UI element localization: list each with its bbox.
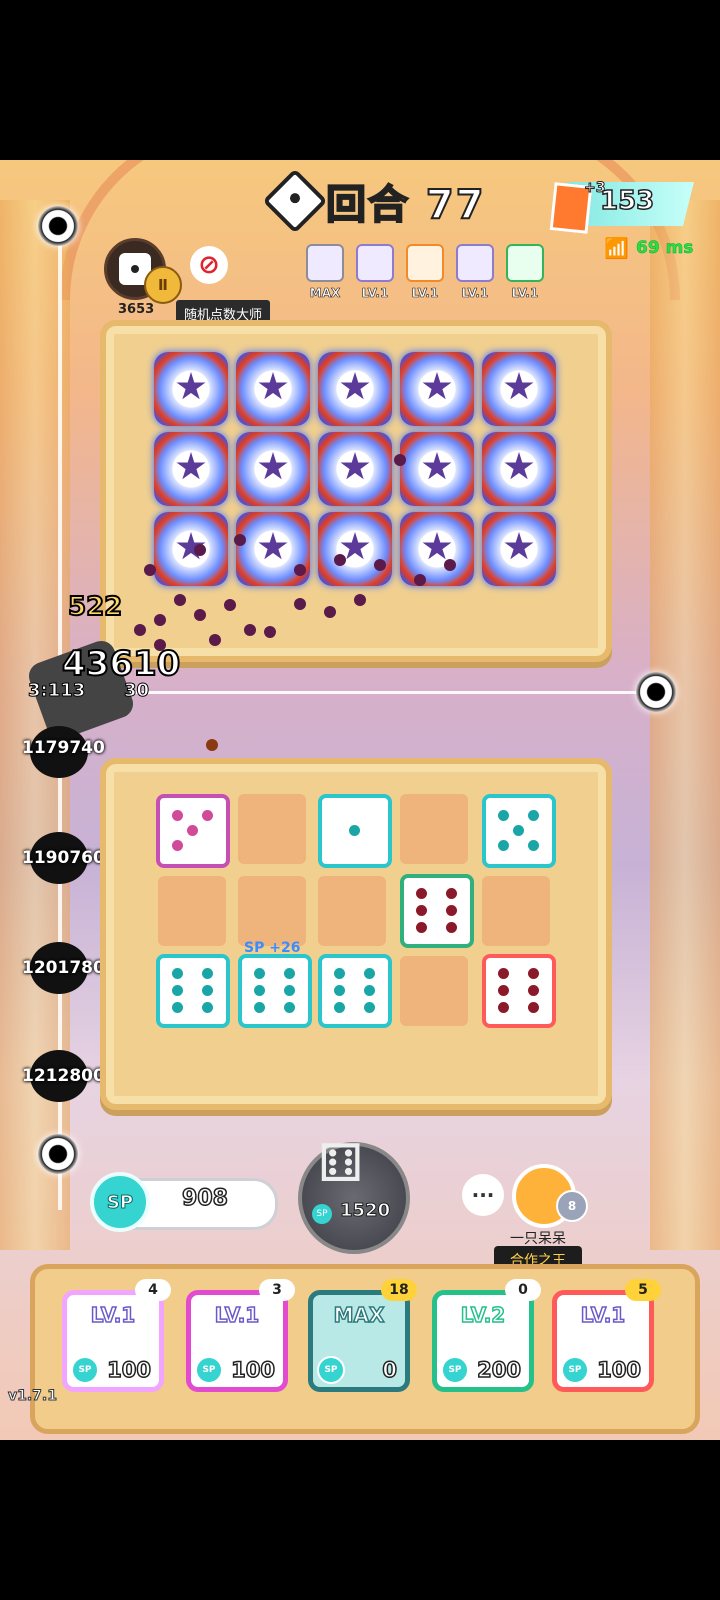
deck-card[interactable]: LV.1 4 SP 100 <box>62 1279 171 1392</box>
boss-hp-suffix: 30 <box>123 680 150 702</box>
enemy-hp: 1179740 <box>22 738 105 758</box>
empty-slot[interactable] <box>238 876 306 946</box>
enemy-hp: 1212800 <box>22 1066 105 1086</box>
enemy-hp: 1190760 <box>22 848 105 868</box>
hit-damage: 43610 <box>61 643 181 685</box>
empty-slot[interactable] <box>482 876 550 946</box>
game-screen: 回合 77 +3 153 📶 69 ms Ⅱ 3653 ⊘ 随机点数大师 MAX… <box>0 160 720 1440</box>
die-cell[interactable] <box>400 874 474 948</box>
empty-slot[interactable] <box>238 794 306 864</box>
status-bar <box>160 0 520 8</box>
partner-rank: 8 <box>556 1190 588 1222</box>
die-cell[interactable] <box>482 954 556 1028</box>
sp-popup: SP +26 <box>244 940 301 956</box>
boss-hp: 3:113 <box>27 680 86 702</box>
player-board <box>100 758 612 1110</box>
sp-icon: SP <box>90 1172 150 1232</box>
summon-cost: 1520 <box>339 1200 391 1222</box>
version-label: v1.7.1 <box>8 1388 58 1405</box>
deck-card[interactable]: LV.1 5 SP 100 <box>552 1279 661 1392</box>
empty-slot[interactable] <box>158 876 226 946</box>
sp-coin-icon: SP <box>312 1204 332 1224</box>
die-cell[interactable] <box>156 954 230 1028</box>
combo-damage: 522 <box>67 591 123 623</box>
dice-pair-icon: ⚅ <box>318 1134 364 1194</box>
deck-card[interactable]: LV.1 3 SP 100 <box>186 1279 295 1392</box>
die-cell[interactable] <box>318 794 392 868</box>
portal-icon <box>38 1134 78 1174</box>
deck-card[interactable]: MAX 18 SP 0 <box>308 1279 417 1392</box>
sp-amount: 908 <box>181 1185 228 1212</box>
partner-name: 一只呆呆 <box>510 1231 566 1247</box>
empty-slot[interactable] <box>318 876 386 946</box>
enemy-hp: 1201780 <box>22 958 105 978</box>
deck-card[interactable]: LV.2 0 SP 200 <box>432 1279 541 1392</box>
empty-slot[interactable] <box>400 794 468 864</box>
empty-slot[interactable] <box>400 956 468 1026</box>
die-cell[interactable] <box>238 954 312 1028</box>
chat-button[interactable]: ··· <box>462 1174 504 1216</box>
die-cell[interactable] <box>318 954 392 1028</box>
die-cell[interactable] <box>482 794 556 868</box>
die-cell[interactable] <box>156 794 230 868</box>
